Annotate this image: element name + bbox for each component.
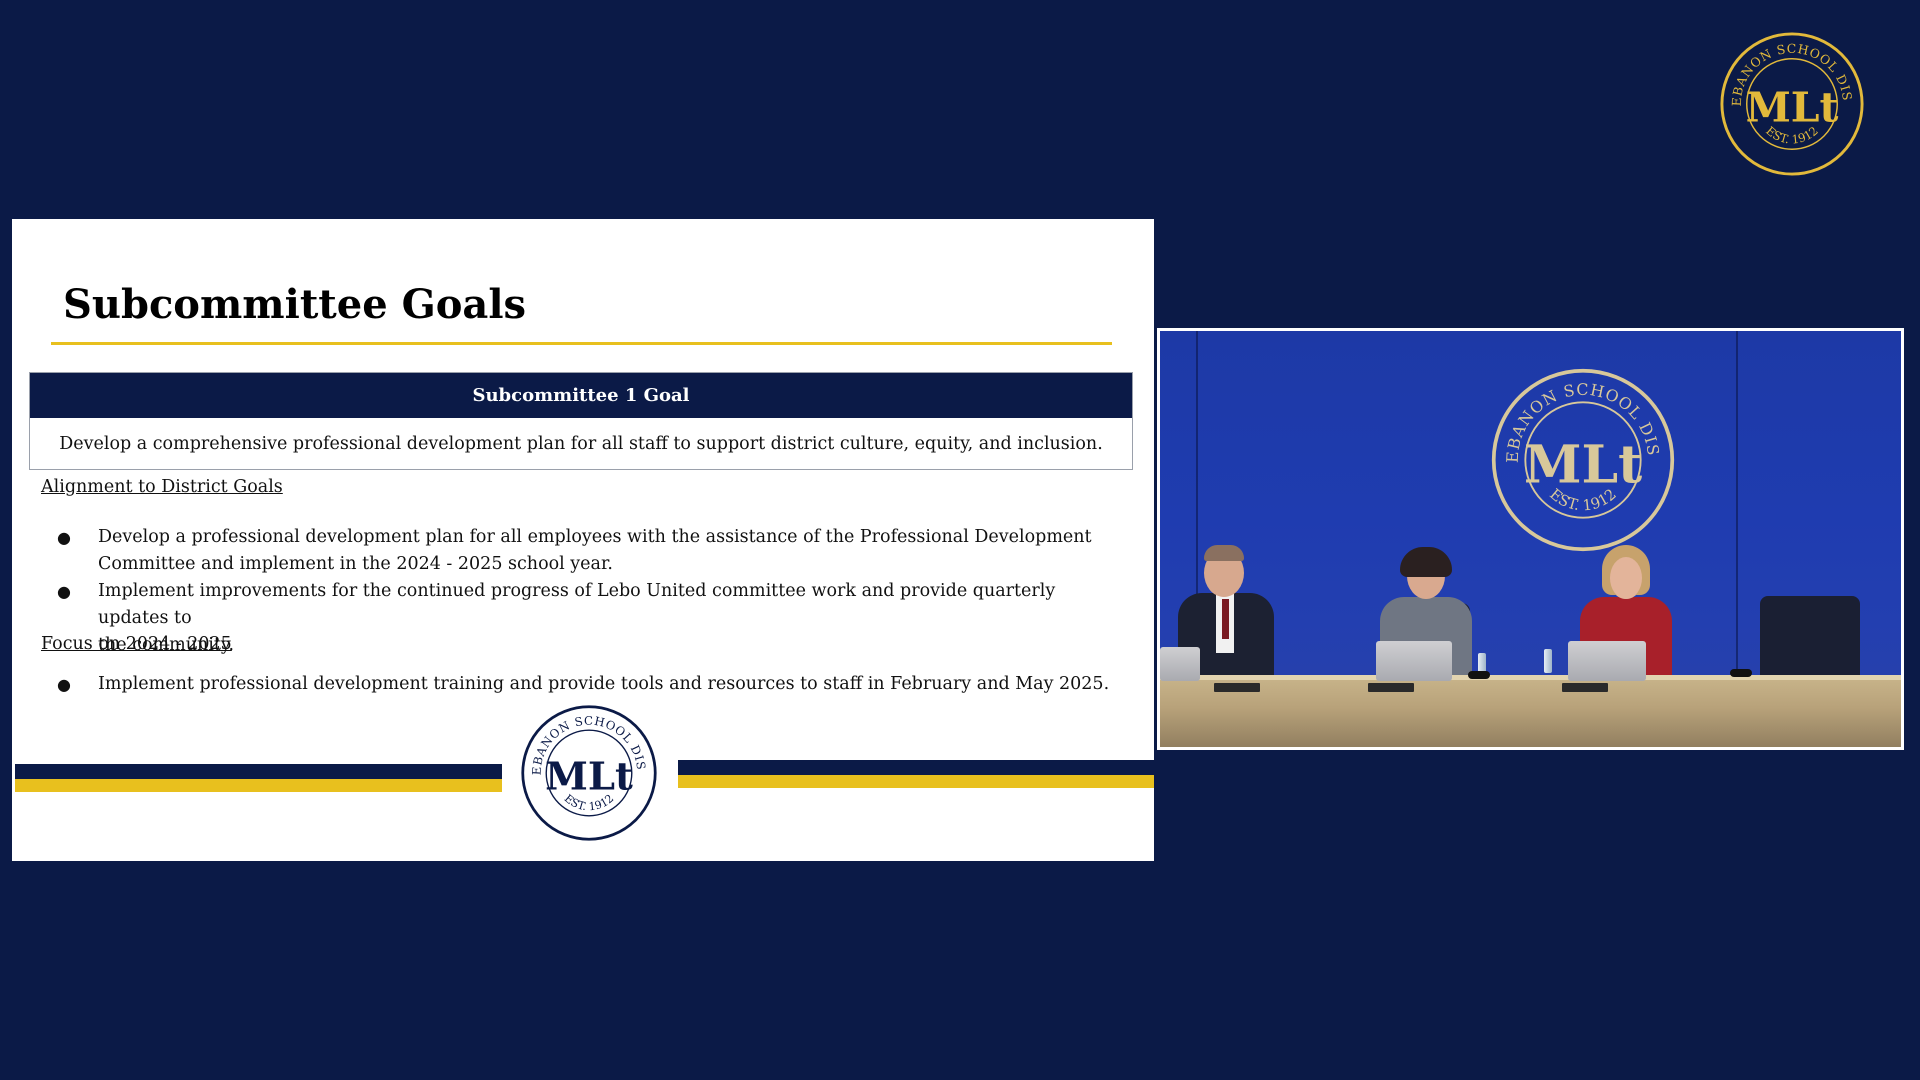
goal-table-header: Subcommittee 1 Goal — [30, 373, 1132, 418]
bullet-icon: ● — [57, 528, 71, 547]
goal-table: Subcommittee 1 Goal Develop a comprehens… — [29, 372, 1133, 470]
wall-panel-seam — [1736, 331, 1738, 671]
water-bottle — [1544, 649, 1552, 673]
focus-list: ● Implement professional development tra… — [41, 671, 1121, 698]
goal-table-text: Develop a comprehensive professional dev… — [59, 434, 1103, 454]
laptop — [1160, 647, 1200, 681]
dais-desk — [1160, 677, 1901, 747]
focus-heading: Focus on 2024 - 2025 — [41, 634, 232, 654]
footer-stripe-right — [678, 760, 1154, 788]
bullet-icon: ● — [57, 582, 71, 601]
laptop — [1376, 641, 1452, 681]
slide-title: Subcommittee Goals — [63, 281, 527, 328]
alignment-heading: Alignment to District Goals — [41, 477, 283, 497]
list-item: ● Develop a professional development pla… — [41, 524, 1121, 578]
seal-monogram: MLt — [1746, 84, 1839, 132]
microphone — [1468, 671, 1490, 679]
footer-stripe-left — [15, 764, 502, 792]
bullet-icon: ● — [57, 675, 71, 694]
video-feed: MT. LEBANON SCHOOL DISTRICT EST. 1912 ML… — [1157, 328, 1904, 750]
desk-edge — [1160, 675, 1901, 680]
microphone — [1730, 669, 1752, 677]
wall-seal-logo: MT. LEBANON SCHOOL DISTRICT EST. 1912 ML… — [1490, 367, 1675, 552]
laptop — [1568, 641, 1646, 681]
presentation-slide: Subcommittee Goals Subcommittee 1 Goal D… — [12, 219, 1154, 861]
broadcast-stage: MT. LEBANON SCHOOL DISTRICT EST. 1912 ML… — [0, 0, 1920, 1080]
list-item-text: Implement improvements for the continued… — [98, 581, 1056, 628]
district-seal-logo: MT. LEBANON SCHOOL DISTRICT EST. 1912 ML… — [1719, 31, 1864, 176]
empty-chair — [1760, 596, 1860, 681]
list-item-text: Committee and implement in the 2024 - 20… — [98, 554, 613, 574]
nameplate — [1214, 683, 1260, 692]
nameplate — [1368, 683, 1414, 692]
title-divider — [51, 342, 1112, 345]
list-item: ● Implement professional development tra… — [41, 671, 1121, 698]
slide-seal-logo: MT. LEBANON SCHOOL DISTRICT EST. 1912 ML… — [520, 704, 657, 841]
seal-monogram: MLt — [545, 755, 633, 800]
list-item-text: Implement professional development train… — [98, 674, 1110, 694]
list-item-text: Develop a professional development plan … — [98, 527, 1092, 547]
seal-monogram: MLt — [1524, 434, 1642, 495]
nameplate — [1562, 683, 1608, 692]
